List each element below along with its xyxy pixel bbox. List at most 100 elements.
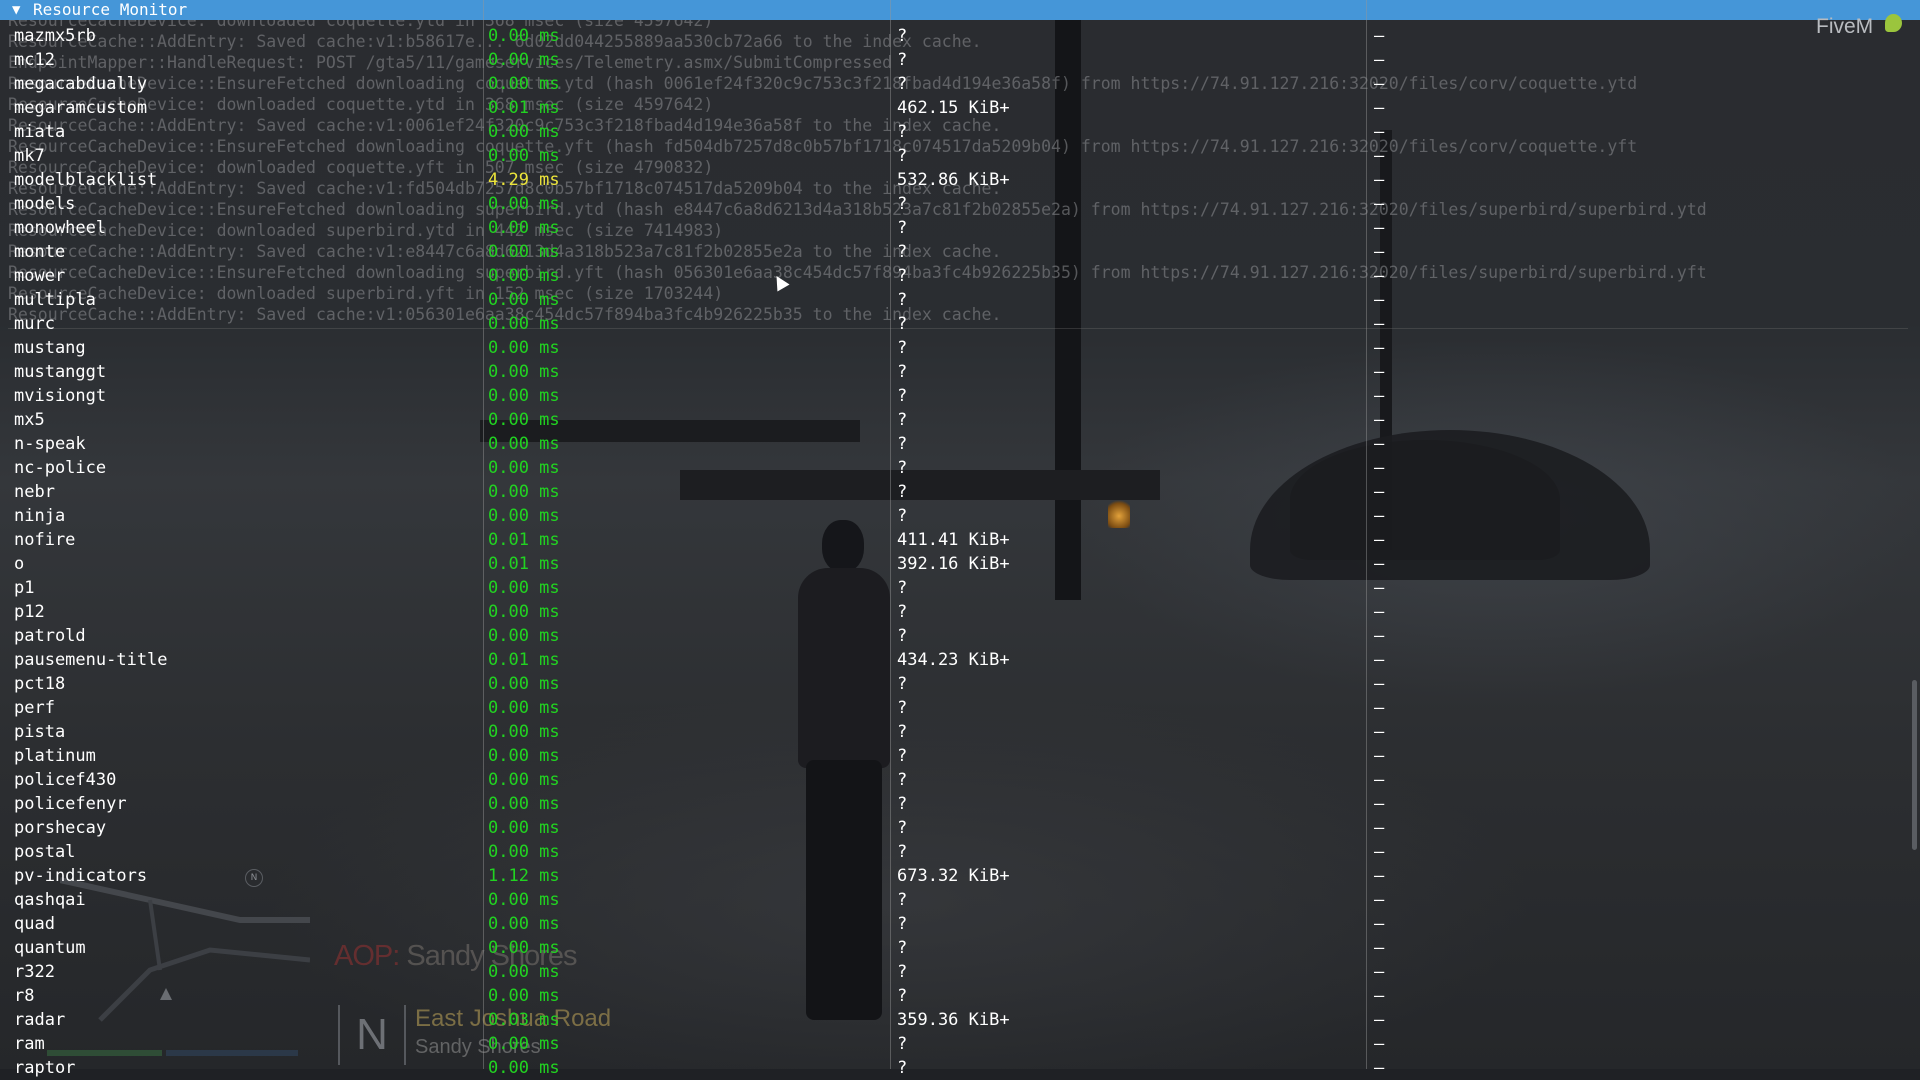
resource-extra: – <box>1374 314 1385 334</box>
resource-row[interactable]: megaramcustom 0.01 ms 462.15 KiB+ – <box>0 96 1920 120</box>
resource-name: quantum <box>14 938 86 958</box>
resource-row[interactable]: monowheel 0.00 ms? – <box>0 216 1920 240</box>
resource-row[interactable]: mower 0.00 ms? – <box>0 264 1920 288</box>
resource-cpu-time: 0.00 ms <box>488 938 560 958</box>
resource-row[interactable]: o 0.01 ms 392.16 KiB+ – <box>0 552 1920 576</box>
resource-row[interactable]: ram 0.00 ms? – <box>0 1032 1920 1056</box>
resource-row[interactable]: models 0.00 ms? – <box>0 192 1920 216</box>
resource-memory: ? <box>897 482 908 502</box>
resource-name: raptor <box>14 1058 76 1078</box>
resource-memory: 532.86 KiB+ <box>897 170 1010 190</box>
resource-row[interactable]: platinum 0.00 ms? – <box>0 744 1920 768</box>
resource-row[interactable]: mustang 0.00 ms? – <box>0 336 1920 360</box>
resource-row[interactable]: mustanggt 0.00 ms? – <box>0 360 1920 384</box>
resource-cpu-time: 0.00 ms <box>488 770 560 790</box>
resource-row[interactable]: pausemenu-title 0.01 ms 434.23 KiB+ – <box>0 648 1920 672</box>
resource-memory: ? <box>897 914 908 934</box>
resource-memory: ? <box>897 26 908 46</box>
resource-extra: – <box>1374 722 1385 742</box>
scrollbar-thumb[interactable] <box>1912 680 1917 850</box>
resource-row[interactable]: mvisiongt 0.00 ms? – <box>0 384 1920 408</box>
resource-extra: – <box>1374 794 1385 814</box>
resource-cpu-time: 0.00 ms <box>488 290 560 310</box>
resource-memory: ? <box>897 314 908 334</box>
resource-memory: ? <box>897 386 908 406</box>
resource-memory: ? <box>897 434 908 454</box>
resource-memory: ? <box>897 1034 908 1054</box>
resource-row[interactable]: nebr 0.00 ms? – <box>0 480 1920 504</box>
resource-row[interactable]: megacabdually 0.00 ms? – <box>0 72 1920 96</box>
resource-extra: – <box>1374 890 1385 910</box>
resource-row[interactable]: mk7 0.00 ms? – <box>0 144 1920 168</box>
resource-memory: ? <box>897 818 908 838</box>
resource-cpu-time: 0.01 ms <box>488 554 560 574</box>
resource-row[interactable]: mc12 0.00 ms? – <box>0 48 1920 72</box>
resource-row[interactable]: r322 0.00 ms? – <box>0 960 1920 984</box>
resource-row[interactable]: multipla 0.00 ms? – <box>0 288 1920 312</box>
resource-row[interactable]: pv-indicators 1.12 ms 673.32 KiB+ – <box>0 864 1920 888</box>
resource-name: policef430 <box>14 770 117 790</box>
collapse-arrow-icon[interactable]: ▼ <box>12 0 20 20</box>
resource-cpu-time: 0.00 ms <box>488 218 560 238</box>
resource-name: pista <box>14 722 66 742</box>
resource-name: pausemenu-title <box>14 650 168 670</box>
resource-row[interactable]: ninja 0.00 ms? – <box>0 504 1920 528</box>
resource-monitor-title-bar[interactable]: ▼ Resource Monitor <box>0 0 1920 20</box>
resource-extra: – <box>1374 122 1385 142</box>
resource-row[interactable]: perf 0.00 ms? – <box>0 696 1920 720</box>
resource-extra: – <box>1374 578 1385 598</box>
resource-row[interactable]: modelblacklist 4.29 ms 532.86 KiB+ – <box>0 168 1920 192</box>
resource-extra: – <box>1374 98 1385 118</box>
resource-row[interactable]: postal 0.00 ms? – <box>0 840 1920 864</box>
resource-row[interactable]: p1 0.00 ms? – <box>0 576 1920 600</box>
resource-row[interactable]: raptor 0.00 ms? – <box>0 1056 1920 1080</box>
resource-extra: – <box>1374 602 1385 622</box>
resource-row[interactable]: quantum 0.00 ms? – <box>0 936 1920 960</box>
resource-cpu-time: 1.12 ms <box>488 866 560 886</box>
resource-row[interactable]: nc-police 0.00 ms? – <box>0 456 1920 480</box>
resource-row[interactable]: policefenyr 0.00 ms? – <box>0 792 1920 816</box>
resource-name: p12 <box>14 602 45 622</box>
resource-extra: – <box>1374 146 1385 166</box>
resource-memory: ? <box>897 890 908 910</box>
resource-row[interactable]: quad 0.00 ms? – <box>0 912 1920 936</box>
resource-row[interactable]: nofire 0.01 ms 411.41 KiB+ – <box>0 528 1920 552</box>
resource-name: qashqai <box>14 890 86 910</box>
resource-name: mx5 <box>14 410 45 430</box>
resource-cpu-time: 0.00 ms <box>488 242 560 262</box>
resource-row[interactable]: miata 0.00 ms? – <box>0 120 1920 144</box>
resource-table: mazmx5rb 0.00 ms? – mc12 0.00 ms? – megacabdua… <box>0 24 1920 1078</box>
resource-extra: – <box>1374 842 1385 862</box>
resource-name: policefenyr <box>14 794 127 814</box>
resource-memory: 434.23 KiB+ <box>897 650 1010 670</box>
resource-row[interactable]: mx5 0.00 ms? – <box>0 408 1920 432</box>
resource-cpu-time: 0.00 ms <box>488 602 560 622</box>
resource-row[interactable]: pista 0.00 ms? – <box>0 720 1920 744</box>
resource-cpu-time: 0.00 ms <box>488 674 560 694</box>
resource-row[interactable]: murc 0.00 ms? – <box>0 312 1920 336</box>
resource-extra: – <box>1374 626 1385 646</box>
resource-cpu-time: 4.29 ms <box>488 170 560 190</box>
resource-memory: ? <box>897 410 908 430</box>
resource-row[interactable]: pct18 0.00 ms? – <box>0 672 1920 696</box>
resource-cpu-time: 0.00 ms <box>488 50 560 70</box>
resource-memory: ? <box>897 770 908 790</box>
resource-name: monte <box>14 242 66 262</box>
resource-cpu-time: 0.00 ms <box>488 338 560 358</box>
resource-row[interactable]: patrold 0.00 ms? – <box>0 624 1920 648</box>
resource-row[interactable]: n-speak 0.00 ms? – <box>0 432 1920 456</box>
resource-row[interactable]: radar 0.03 ms 359.36 KiB+ – <box>0 1008 1920 1032</box>
resource-row[interactable]: monte 0.00 ms? – <box>0 240 1920 264</box>
resource-extra: – <box>1374 194 1385 214</box>
resource-row[interactable]: mazmx5rb 0.00 ms? – <box>0 24 1920 48</box>
resource-name: n-speak <box>14 434 86 454</box>
resource-memory: ? <box>897 218 908 238</box>
resource-row[interactable]: qashqai 0.00 ms? – <box>0 888 1920 912</box>
resource-row[interactable]: policef430 0.00 ms? – <box>0 768 1920 792</box>
resource-extra: – <box>1374 1058 1385 1078</box>
resource-memory: ? <box>897 698 908 718</box>
resource-row[interactable]: r8 0.00 ms? – <box>0 984 1920 1008</box>
resource-row[interactable]: porshecay 0.00 ms? – <box>0 816 1920 840</box>
resource-row[interactable]: p12 0.00 ms? – <box>0 600 1920 624</box>
resource-cpu-time: 0.00 ms <box>488 146 560 166</box>
